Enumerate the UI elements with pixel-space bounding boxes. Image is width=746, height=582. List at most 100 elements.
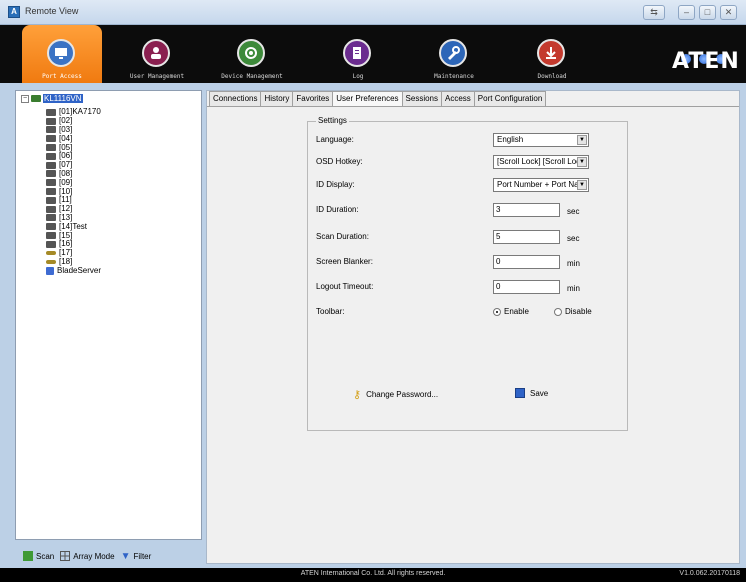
cascade-port-icon	[46, 251, 56, 256]
grid-icon	[60, 551, 71, 561]
close-window-button[interactable]: ✕	[720, 5, 737, 20]
scan-duration-row: Scan Duration: 5 sec	[316, 230, 580, 244]
tab-divider	[207, 106, 739, 107]
tree-item[interactable]: [11]	[46, 196, 101, 205]
computer-icon	[46, 205, 56, 213]
computer-icon	[46, 196, 56, 204]
maintenance-icon	[439, 39, 467, 67]
pin-button[interactable]: ⇆	[643, 5, 665, 20]
tab-connections[interactable]: Connections	[209, 91, 262, 106]
tree-item[interactable]: [17]	[46, 249, 101, 258]
array-mode-button[interactable]: Array Mode	[60, 551, 115, 561]
tree-item[interactable]: [07]	[46, 161, 101, 170]
download-icon	[537, 39, 565, 67]
screen-blanker-input[interactable]: 0	[493, 255, 560, 269]
osd-hotkey-select[interactable]: [Scroll Lock] [Scroll Loc ▼	[493, 155, 589, 169]
scan-button[interactable]: Scan	[23, 551, 54, 561]
collapse-icon[interactable]: −	[21, 94, 29, 103]
tree-item[interactable]: [03]	[46, 125, 101, 135]
id-display-select[interactable]: Port Number + Port Nam ▼	[493, 178, 589, 192]
port-tree: − KL1116VN [01]KA7170 [02] [03] [04] [05…	[15, 90, 202, 540]
tree-root[interactable]: − KL1116VN	[21, 94, 83, 103]
tree-item[interactable]: [15]	[46, 231, 101, 240]
toolbar-enable-radio[interactable]: Enable	[493, 307, 529, 316]
chevron-down-icon[interactable]: ▼	[577, 135, 587, 145]
key-icon: ⚷	[353, 389, 362, 401]
tab-history[interactable]: History	[260, 91, 294, 106]
logout-timeout-input[interactable]: 0	[493, 280, 560, 294]
computer-icon	[46, 232, 56, 240]
aten-logo: ATEN	[672, 49, 740, 74]
tree-item[interactable]: [01]KA7170	[46, 108, 101, 117]
tree-item[interactable]: [02]	[46, 117, 101, 126]
computer-icon	[46, 117, 56, 125]
maintenance-button[interactable]: Maintenance	[414, 25, 494, 83]
scan-duration-input[interactable]: 5	[493, 230, 560, 244]
settings-group: Settings Language: English ▼ OSD Hotkey:…	[307, 116, 628, 431]
port-access-button[interactable]: Port Access	[22, 25, 102, 83]
tree-item[interactable]: [09]	[46, 178, 101, 187]
filter-icon: ▼	[120, 550, 131, 562]
tab-user-preferences[interactable]: User Preferences	[332, 91, 403, 106]
computer-icon	[46, 179, 56, 187]
cascade-port-icon	[46, 259, 56, 264]
download-button[interactable]: Download	[512, 25, 592, 83]
save-button[interactable]: Save	[515, 388, 548, 398]
toolbar-row: Toolbar: Enable Disable	[316, 307, 592, 316]
tree-item[interactable]: [08]	[46, 169, 101, 179]
tree-item[interactable]: BladeServer	[46, 266, 101, 275]
tab-sessions[interactable]: Sessions	[401, 91, 442, 106]
minimize-button[interactable]: –	[678, 5, 695, 20]
id-duration-input[interactable]: 3	[493, 203, 560, 217]
toolbar-disable-radio[interactable]: Disable	[554, 307, 592, 316]
status-bar: ATEN International Co. Ltd. All rights r…	[0, 568, 746, 582]
tree-item[interactable]: [14]Test	[46, 222, 101, 231]
computer-icon	[46, 170, 56, 178]
tree-item[interactable]: [16]	[46, 240, 101, 249]
tree-bottom-bar: Scan Array Mode ▼ Filter	[15, 548, 202, 564]
tree-item[interactable]: [04]	[46, 134, 101, 143]
user-management-icon	[142, 39, 170, 67]
tab-access[interactable]: Access	[441, 91, 475, 106]
log-icon	[343, 39, 371, 67]
log-button[interactable]: Log	[318, 25, 398, 83]
tab-favorites[interactable]: Favorites	[292, 91, 334, 106]
window-title: Remote View	[25, 6, 79, 16]
computer-icon	[46, 214, 56, 222]
blade-server-icon	[46, 266, 54, 275]
main-panel: Connections History Favorites User Prefe…	[206, 90, 740, 564]
copyright-text: ATEN International Co. Ltd. All rights r…	[300, 570, 446, 577]
tree-item[interactable]: [12]	[46, 205, 101, 214]
screen-blanker-row: Screen Blanker: 0 min	[316, 255, 580, 269]
device-management-button[interactable]: Device Management	[212, 25, 292, 83]
tree-item[interactable]: [10]	[46, 187, 101, 196]
user-management-button[interactable]: User Management	[117, 25, 197, 83]
app-icon: A	[8, 6, 20, 18]
kvm-switch-icon	[31, 95, 41, 102]
filter-button[interactable]: ▼ Filter	[121, 551, 152, 562]
settings-legend: Settings	[316, 116, 349, 125]
port-access-icon	[47, 39, 75, 67]
radio-unselected-icon	[554, 307, 562, 316]
tree-item[interactable]: [05]	[46, 143, 101, 152]
change-password-button[interactable]: ⚷ Change Password...	[353, 388, 438, 401]
main-toolbar: Port Access User Management Device Manag…	[0, 25, 746, 83]
computer-icon	[46, 135, 56, 143]
chevron-down-icon[interactable]: ▼	[577, 157, 587, 167]
version-text: V1.0.062.20170118	[679, 570, 740, 577]
computer-icon	[46, 161, 56, 169]
tree-item[interactable]: [06]	[46, 152, 101, 161]
chevron-down-icon[interactable]: ▼	[577, 180, 587, 190]
radio-selected-icon	[493, 307, 501, 316]
computer-icon	[46, 144, 56, 152]
osd-hotkey-row: OSD Hotkey: [Scroll Lock] [Scroll Loc ▼	[316, 155, 616, 169]
computer-icon	[46, 126, 56, 134]
language-select[interactable]: English ▼	[493, 133, 589, 147]
root-label: KL1116VN	[43, 94, 83, 103]
maximize-button[interactable]: □	[699, 5, 716, 20]
title-bar: A Remote View ⇆ – □ ✕	[0, 0, 746, 25]
save-icon	[515, 388, 525, 398]
id-duration-row: ID Duration: 3 sec	[316, 203, 580, 217]
tab-port-configuration[interactable]: Port Configuration	[473, 91, 547, 106]
tree-list: [01]KA7170 [02] [03] [04] [05] [06] [07]…	[46, 108, 101, 275]
